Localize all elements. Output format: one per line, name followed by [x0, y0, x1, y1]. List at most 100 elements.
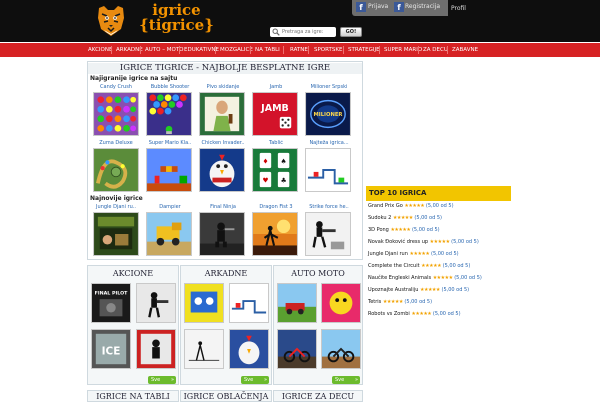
game-caption[interactable]: Tablić: [251, 140, 301, 146]
game-thumbnail[interactable]: JAMB: [252, 92, 298, 136]
game-thumbnail[interactable]: [136, 283, 176, 323]
search-input[interactable]: [282, 27, 334, 37]
game-caption[interactable]: Pivo skidanje: [198, 84, 248, 90]
category-nav: AKCIONE ARKADNE AUTO – MOTO EDUKATIVNE M…: [0, 43, 600, 57]
game-thumbnail[interactable]: [184, 329, 224, 369]
game-caption[interactable]: Strike force he..: [304, 204, 354, 210]
top10-game-name[interactable]: Sudoku 2: [368, 215, 391, 221]
game-caption[interactable]: Dampier: [145, 204, 195, 210]
nav-item-na-tabli[interactable]: NA TABLI: [255, 43, 280, 57]
game-thumbnail[interactable]: [305, 148, 351, 192]
game-caption[interactable]: Najteža igrica...: [304, 140, 354, 146]
more-games-button[interactable]: Sve: [241, 376, 269, 384]
game-thumbnail[interactable]: [199, 212, 245, 256]
nav-item-super-mario[interactable]: SUPER MARIO: [384, 43, 422, 57]
nav-item-edukativne[interactable]: EDUKATIVNE: [184, 43, 219, 57]
category-title[interactable]: AUTO MOTO: [274, 269, 362, 278]
top10-item[interactable]: Grand Prix Go ★★★★★ (5,00 od 5): [368, 203, 454, 213]
game-thumbnail[interactable]: [277, 283, 317, 323]
game-thumbnail[interactable]: [199, 92, 245, 136]
tiger-logo-icon[interactable]: [96, 4, 126, 38]
top10-game-name[interactable]: Jungle Djani run: [368, 251, 408, 257]
category-panel-na-tabli: IGRICE NA TABLI: [87, 390, 179, 402]
top10-game-name[interactable]: Grand Prix Go: [368, 203, 403, 209]
top10-game-name[interactable]: Complete the Circuit: [368, 263, 420, 269]
category-title[interactable]: ARKADNE: [181, 269, 271, 278]
top10-rating: (5,00 od 5): [411, 227, 440, 233]
game-thumbnail[interactable]: [146, 212, 192, 256]
search-button[interactable]: GO!: [340, 27, 362, 37]
rating-stars-icon: ★★★★★: [390, 227, 411, 233]
nav-item-ratne[interactable]: RATNE: [290, 43, 308, 57]
game-thumbnail[interactable]: [229, 329, 269, 369]
login-link[interactable]: Prijava: [368, 3, 388, 10]
game-caption[interactable]: Bubble Shooter: [145, 84, 195, 90]
game-thumbnail[interactable]: [93, 92, 139, 136]
top10-game-name[interactable]: 3D Pong: [368, 227, 389, 233]
nav-item-za-decu[interactable]: ZA DECU: [423, 43, 448, 57]
game-thumbnail[interactable]: [199, 148, 245, 192]
top10-item[interactable]: Sudoku 2 ★★★★★ (5,00 od 5): [368, 215, 442, 225]
game-thumbnail[interactable]: [229, 283, 269, 323]
top10-rating: (5,00 od 5): [454, 275, 482, 281]
game-thumbnail[interactable]: [146, 92, 192, 136]
top10-title: TOP 10 IGRICA: [366, 186, 511, 201]
game-caption[interactable]: Zuma Deluxe: [91, 140, 141, 146]
game-caption[interactable]: Milioner Srpski: [304, 84, 354, 90]
game-thumbnail[interactable]: ICE: [91, 329, 131, 369]
search-box: [270, 27, 336, 37]
rating-stars-icon: ★★★★★: [432, 275, 453, 281]
top10-item[interactable]: Robots vs Zombi ★★★★★ (5,00 od 5): [368, 311, 461, 321]
game-thumbnail[interactable]: [93, 212, 139, 256]
top10-item[interactable]: Complete the Circuit ★★★★★ (5,00 od 5): [368, 263, 470, 273]
nav-item-arkadne[interactable]: ARKADNE: [116, 43, 143, 57]
game-caption[interactable]: Jungle Djani ru..: [91, 204, 141, 210]
nav-item-strategije[interactable]: STRATEGIJE: [348, 43, 380, 57]
game-caption[interactable]: Super Mario Kla..: [145, 140, 195, 146]
game-thumbnail[interactable]: [146, 148, 192, 192]
game-thumbnail[interactable]: FINAL PILOT: [91, 283, 131, 323]
game-thumbnail[interactable]: [321, 283, 361, 323]
rating-stars-icon: ★★★★★: [411, 311, 432, 317]
game-caption[interactable]: Chicken Invader..: [198, 140, 248, 146]
site-logo[interactable]: igrice {tigrice}: [129, 3, 224, 39]
register-link[interactable]: Registracija: [405, 3, 440, 10]
game-caption[interactable]: Jamb: [251, 84, 301, 90]
category-title[interactable]: AKCIONE: [88, 269, 178, 278]
nav-item-akcione[interactable]: AKCIONE: [88, 43, 112, 57]
nav-item-zabavne[interactable]: ZABAVNE: [452, 43, 478, 57]
top10-game-name[interactable]: Robots vs Zombi: [368, 311, 410, 317]
game-thumbnail[interactable]: [136, 329, 176, 369]
nav-item-sportske[interactable]: SPORTSKE: [314, 43, 343, 57]
profile-link[interactable]: Profil: [451, 5, 466, 12]
top10-game-name[interactable]: Upoznajte Australiju: [368, 287, 418, 293]
nav-item-auto-moto[interactable]: AUTO – MOTO: [145, 43, 184, 57]
svg-text:♠: ♠: [281, 157, 287, 165]
game-thumbnail[interactable]: [184, 283, 224, 323]
more-games-button[interactable]: Sve: [332, 376, 360, 384]
top10-item[interactable]: 3D Pong ★★★★★ (5,00 od 5): [368, 227, 440, 237]
game-thumbnail[interactable]: [305, 212, 351, 256]
top10-item[interactable]: Novak Đoković dress up ★★★★★ (5,00 od 5): [368, 239, 479, 249]
category-panel-arkadne: ARKADNE Sve: [180, 265, 272, 385]
nav-item-mozgalice[interactable]: MOZGALICE: [220, 43, 253, 57]
thumb-title-text: ICE: [102, 346, 121, 358]
game-caption[interactable]: Final Ninja: [198, 204, 248, 210]
facebook-icon: f: [394, 2, 404, 12]
game-caption[interactable]: Candy Crush: [91, 84, 141, 90]
top10-item[interactable]: Tetris ★★★★★ (5,00 od 5): [368, 299, 432, 309]
game-thumbnail[interactable]: ♦ ♠ ♥ ♣: [252, 148, 298, 192]
game-thumbnail[interactable]: [93, 148, 139, 192]
top10-game-name[interactable]: Tetris: [368, 299, 381, 305]
top10-item[interactable]: Jungle Djani run ★★★★★ (5,00 od 5): [368, 251, 459, 261]
top10-item[interactable]: Naučite Engleski Animals ★★★★★ (5,00 od …: [368, 275, 482, 285]
game-caption[interactable]: Dragon Fist 3: [251, 204, 301, 210]
more-games-button[interactable]: Sve: [148, 376, 176, 384]
game-thumbnail[interactable]: [321, 329, 361, 369]
top10-item[interactable]: Upoznajte Australiju ★★★★★ (5,00 od 5): [368, 287, 469, 297]
game-thumbnail[interactable]: [252, 212, 298, 256]
top10-game-name[interactable]: Naučite Engleski Animals: [368, 275, 431, 281]
top10-game-name[interactable]: Novak Đoković dress up: [368, 239, 428, 245]
game-thumbnail[interactable]: MILIONER: [305, 92, 351, 136]
game-thumbnail[interactable]: [277, 329, 317, 369]
